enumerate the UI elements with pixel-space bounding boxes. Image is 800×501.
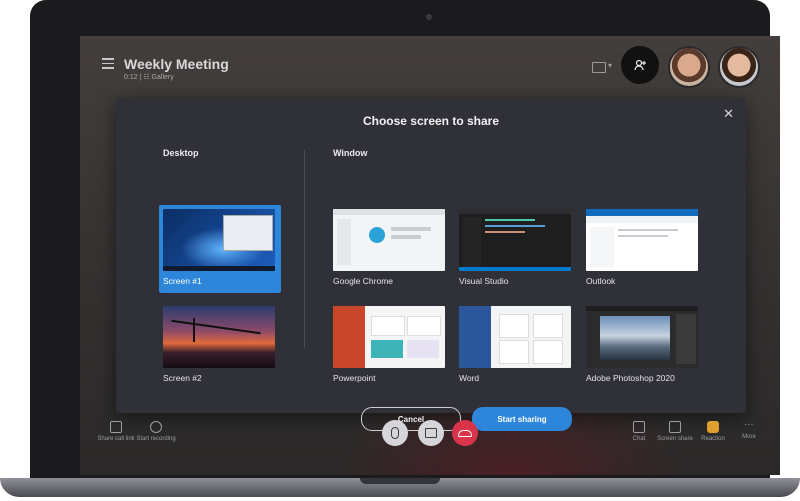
desktop-tile-screen-1[interactable]: Screen #1 <box>159 205 281 293</box>
tile-label: Outlook <box>586 276 616 286</box>
tile-label: Screen #1 <box>163 276 202 286</box>
toolbar-label: Share call link <box>97 436 135 442</box>
photoshop-thumbnail <box>586 306 698 368</box>
end-call-button[interactable] <box>452 420 478 446</box>
screen-share-button[interactable]: Screen share <box>655 421 695 443</box>
add-person-icon <box>634 59 646 71</box>
participant-avatar[interactable] <box>668 46 710 88</box>
meeting-subtitle: 0:12 | ☷ Gallery <box>124 74 174 81</box>
camera-icon <box>425 428 437 438</box>
tile-label: Powerpoint <box>333 373 376 383</box>
desktop-section-label: Desktop <box>163 148 199 158</box>
hang-up-icon <box>458 429 472 437</box>
start-sharing-button[interactable]: Start sharing <box>472 407 572 431</box>
window-tile-google-chrome[interactable]: Google Chrome <box>329 205 451 293</box>
window-section-label: Window <box>333 148 368 158</box>
laptop-frame: Weekly Meeting 0:12 | ☷ Gallery ▾ Choose… <box>30 0 780 480</box>
share-screen-dialog: Choose screen to share ✕ Desktop Window … <box>116 98 746 431</box>
dialog-title: Choose screen to share <box>362 114 500 128</box>
word-thumbnail <box>459 306 571 368</box>
window-tile-outlook[interactable]: Outlook <box>582 205 704 293</box>
toolbar-label: More <box>742 434 756 440</box>
call-screen: Weekly Meeting 0:12 | ☷ Gallery ▾ Choose… <box>80 36 780 475</box>
powerpoint-thumbnail <box>333 306 445 368</box>
window-tile-adobe-photoshop[interactable]: Adobe Photoshop 2020 <box>582 302 704 390</box>
share-icon <box>110 421 122 433</box>
more-button[interactable]: ··· More <box>729 419 769 441</box>
record-icon <box>150 421 162 433</box>
chat-icon <box>633 421 645 433</box>
outlook-thumbnail <box>586 209 698 271</box>
cancel-button[interactable]: Cancel <box>361 407 461 431</box>
window-tile-visual-studio[interactable]: Visual Studio <box>455 205 577 293</box>
menu-icon[interactable] <box>102 58 114 69</box>
tile-label: Word <box>459 373 480 383</box>
camera-button[interactable] <box>418 420 444 446</box>
chat-button[interactable]: Chat <box>619 421 659 443</box>
add-participant-button[interactable] <box>621 46 659 84</box>
reaction-button[interactable]: Reaction <box>693 421 733 443</box>
tile-label: Screen #2 <box>163 373 202 383</box>
start-recording-button[interactable]: Start recording <box>136 421 176 443</box>
microphone-button[interactable] <box>382 420 408 446</box>
screen-1-thumbnail <box>163 209 275 271</box>
toolbar-label: Reaction <box>701 436 725 442</box>
section-divider <box>304 150 305 348</box>
laptop-notch <box>360 478 440 484</box>
participant-avatar[interactable] <box>718 46 760 88</box>
screen-2-thumbnail <box>163 306 275 368</box>
tile-label: Visual Studio <box>459 276 509 286</box>
window-tile-powerpoint[interactable]: Powerpoint <box>329 302 451 390</box>
window-tile-word[interactable]: Word <box>455 302 577 390</box>
toolbar-label: Start recording <box>136 436 176 442</box>
tile-label: Adobe Photoshop 2020 <box>586 373 675 383</box>
visual-studio-thumbnail <box>459 209 571 271</box>
toolbar-label: Screen share <box>657 436 693 442</box>
share-call-link-button[interactable]: Share call link <box>96 421 136 443</box>
toolbar-label: Chat <box>632 436 646 442</box>
more-icon: ··· <box>744 419 754 429</box>
webcam-dot <box>426 14 432 20</box>
reaction-icon <box>707 421 719 433</box>
microphone-icon <box>391 427 399 439</box>
chrome-thumbnail <box>333 209 445 271</box>
layout-icon[interactable] <box>592 62 606 73</box>
chevron-down-icon[interactable]: ▾ <box>608 61 612 70</box>
tile-label: Google Chrome <box>333 276 394 286</box>
desktop-tile-screen-2[interactable]: Screen #2 <box>159 302 281 390</box>
screen-share-icon <box>669 421 681 433</box>
meeting-title: Weekly Meeting <box>124 56 229 72</box>
close-icon[interactable]: ✕ <box>723 106 734 122</box>
